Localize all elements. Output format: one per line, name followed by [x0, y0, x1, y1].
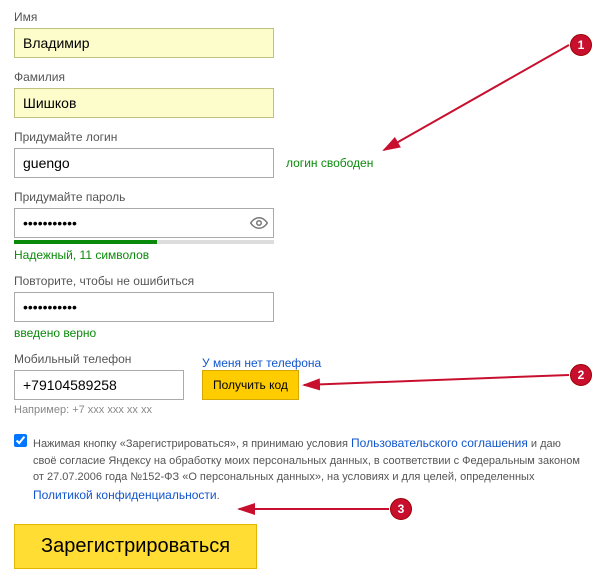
password-confirm-label: Повторите, чтобы не ошибиться	[14, 274, 585, 288]
password-confirm-status: введено верно	[14, 326, 585, 340]
user-agreement-link[interactable]: Пользовательского соглашения	[351, 436, 528, 450]
consent-suffix: .	[217, 490, 220, 502]
no-phone-link[interactable]: У меня нет телефона	[202, 356, 321, 370]
privacy-policy-link[interactable]: Политикой конфиденциальности	[33, 488, 217, 502]
first-name-field: Имя	[14, 10, 585, 58]
password-confirm-input[interactable]	[14, 292, 274, 322]
register-button[interactable]: Зарегистрироваться	[14, 524, 257, 569]
annotation-badge-2: 2	[570, 364, 592, 386]
login-label: Придумайте логин	[14, 130, 585, 144]
login-available-status: логин свободен	[286, 156, 373, 170]
password-strength-text: Надежный, 11 символов	[14, 248, 585, 262]
login-field: Придумайте логин логин свободен	[14, 130, 585, 178]
eye-icon[interactable]	[250, 214, 268, 232]
password-input[interactable]	[14, 208, 274, 238]
first-name-label: Имя	[14, 10, 585, 24]
password-confirm-field: Повторите, чтобы не ошибиться введено ве…	[14, 274, 585, 340]
phone-field: Мобильный телефон У меня нет телефона По…	[14, 352, 585, 416]
phone-label: Мобильный телефон	[14, 352, 184, 366]
get-code-button[interactable]: Получить код	[202, 370, 299, 400]
login-input[interactable]	[14, 148, 274, 178]
consent-checkbox[interactable]	[14, 434, 27, 447]
registration-form: Имя Фамилия Придумайте логин логин свобо…	[14, 10, 585, 569]
password-strength-bar	[14, 240, 274, 244]
last-name-label: Фамилия	[14, 70, 585, 84]
phone-hint: Например: +7 xxx xxx xx xx	[14, 404, 585, 416]
last-name-input[interactable]	[14, 88, 274, 118]
consent-block: Нажимая кнопку «Зарегистрироваться», я п…	[14, 434, 585, 504]
annotation-badge-1: 1	[570, 34, 592, 56]
annotation-badge-3: 3	[390, 498, 412, 520]
phone-input[interactable]	[14, 370, 184, 400]
password-strength-fill	[14, 240, 157, 244]
consent-text: Нажимая кнопку «Зарегистрироваться», я п…	[33, 434, 585, 504]
first-name-input[interactable]	[14, 28, 274, 58]
password-label: Придумайте пароль	[14, 190, 585, 204]
last-name-field: Фамилия	[14, 70, 585, 118]
consent-prefix: Нажимая кнопку «Зарегистрироваться», я п…	[33, 438, 351, 450]
password-field: Придумайте пароль Надежный, 11 символов	[14, 190, 585, 262]
